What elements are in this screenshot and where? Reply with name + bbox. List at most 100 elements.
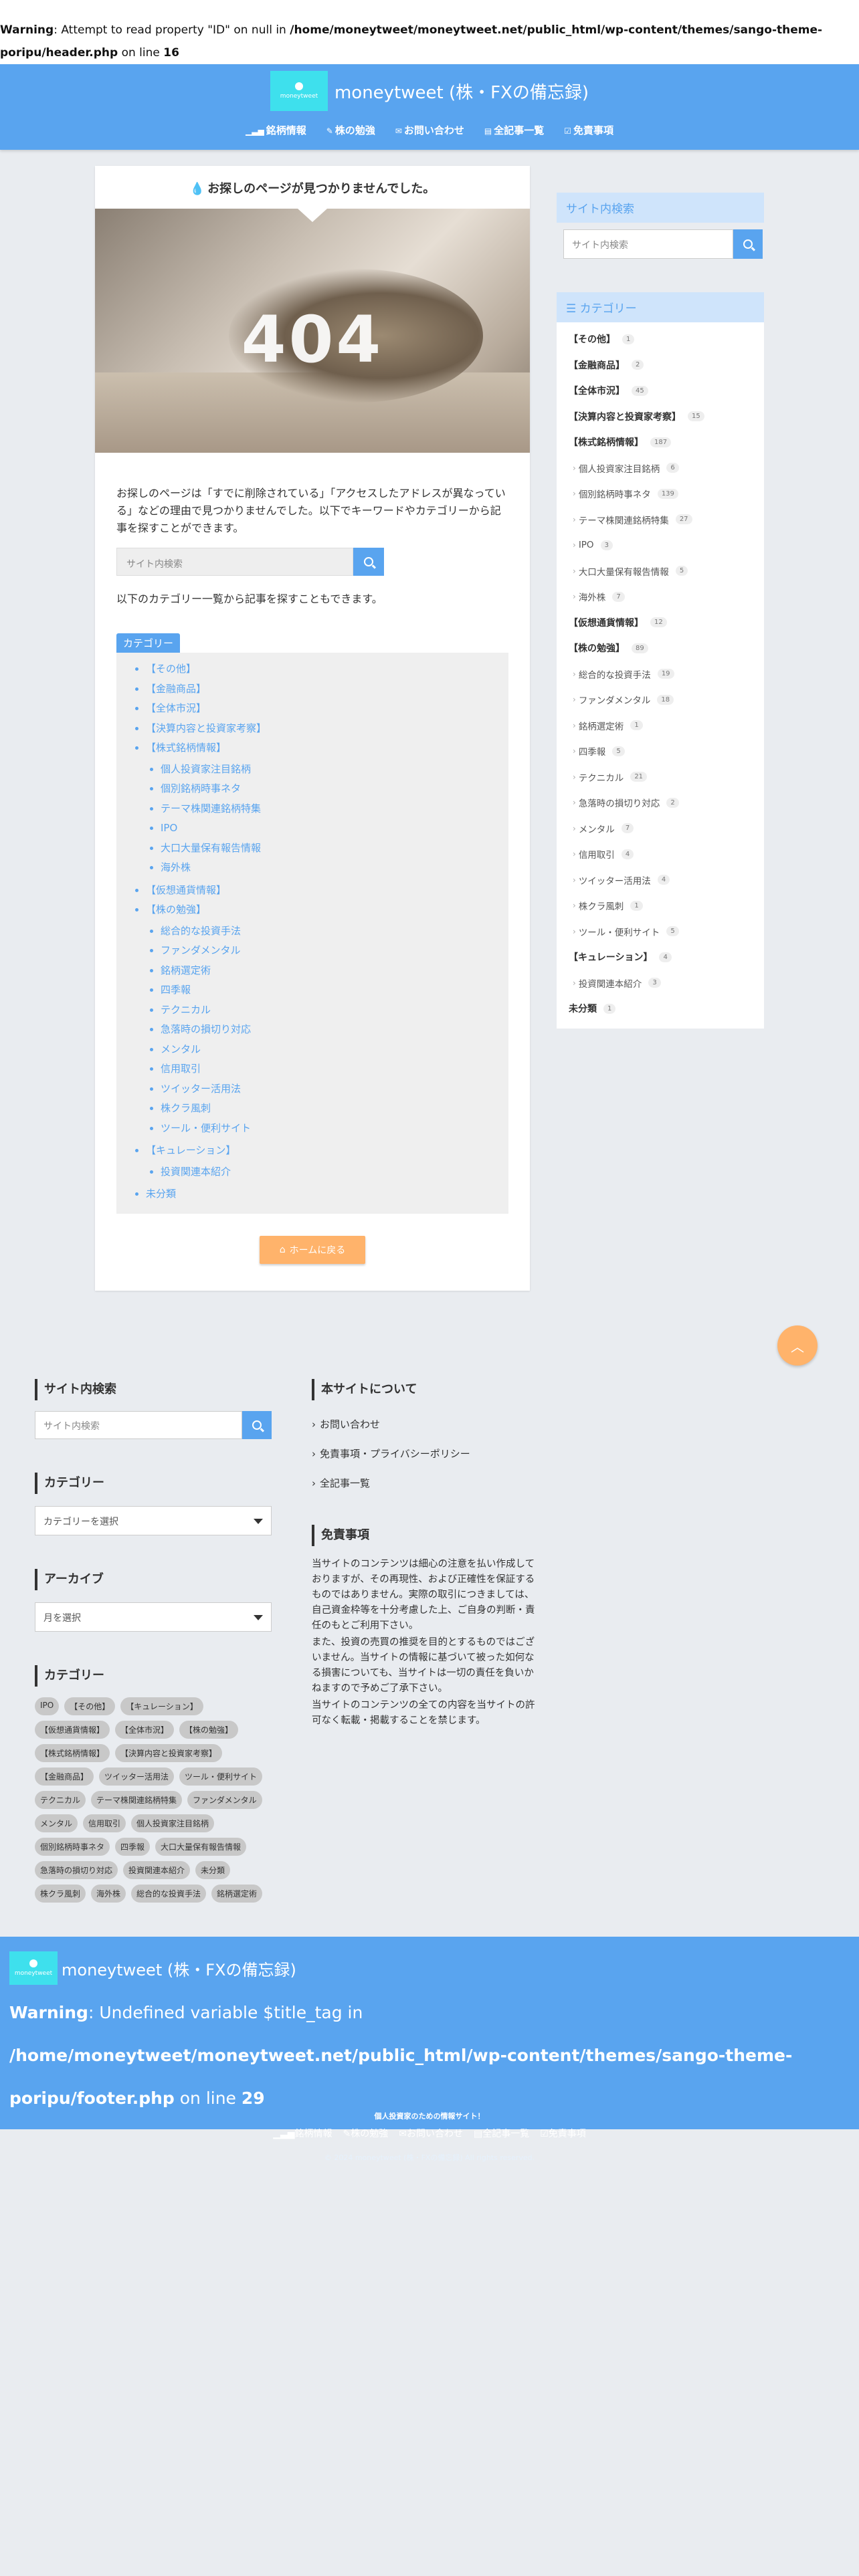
sidebar-search-button[interactable]: [733, 229, 763, 259]
search-button[interactable]: [353, 548, 384, 576]
footer-brand[interactable]: moneytweet moneytweet (株・FXの備忘録): [0, 1937, 859, 1985]
category-tag[interactable]: 急落時の損切り対応: [35, 1861, 118, 1879]
category-tag[interactable]: 信用取引: [83, 1814, 126, 1832]
category-tag[interactable]: 大口大量保有報告情報: [155, 1838, 247, 1856]
home-button[interactable]: ⌂ ホームに戻る: [260, 1236, 365, 1264]
sidebar-subcategory-item[interactable]: › テクニカル 21: [569, 764, 755, 790]
category-tag[interactable]: 【その他】: [64, 1697, 116, 1715]
subcategory-item[interactable]: 投資関連本紹介: [161, 1162, 499, 1182]
footer-link-all-posts[interactable]: › 全記事一覧: [312, 1469, 543, 1498]
nav-item-disclaimer[interactable]: ☑ 免責事項: [564, 123, 613, 137]
footer-logo[interactable]: moneytweet: [9, 1951, 58, 1985]
nav-item-stocks[interactable]: ▁▃▅ 銘柄情報: [246, 123, 306, 137]
sidebar-subcategory-item[interactable]: › 株クラ風刺 1: [569, 893, 755, 919]
category-tag[interactable]: 総合的な投資手法: [131, 1885, 207, 1903]
sidebar-subcategory-item[interactable]: › 海外株 7: [569, 584, 755, 610]
subcategory-item[interactable]: 四季報: [161, 980, 499, 1000]
nav-item-all-posts[interactable]: ▤ 全記事一覧: [484, 123, 544, 137]
sidebar-subcategory-item[interactable]: › 投資関連本紹介 3: [569, 970, 755, 996]
subcategory-item[interactable]: テーマ株関連銘柄特集: [161, 799, 499, 819]
category-select[interactable]: カテゴリーを選択: [35, 1506, 272, 1535]
sidebar-subcategory-item[interactable]: › 四季報 5: [569, 738, 755, 764]
footer-nav-stocks[interactable]: ▁▃▅銘柄情報: [273, 2127, 332, 2140]
subcategory-item[interactable]: 海外株: [161, 858, 499, 878]
sidebar-subcategory-item[interactable]: › 個人投資家注目銘柄 6: [569, 455, 755, 481]
category-tag[interactable]: 【決算内容と投資家考察】: [115, 1744, 223, 1762]
category-tag[interactable]: 【仮想通貨情報】: [35, 1721, 110, 1739]
sidebar-category-item[interactable]: 【全体市況】 45: [569, 378, 755, 404]
category-tag[interactable]: テーマ株関連銘柄特集: [91, 1791, 183, 1809]
category-item[interactable]: 【キュレーション】 投資関連本紹介: [146, 1141, 499, 1182]
category-item[interactable]: 【決算内容と投資家考察】: [146, 719, 499, 739]
sidebar-category-item[interactable]: 【決算内容と投資家考察】 15: [569, 404, 755, 430]
subcategory-item[interactable]: 個別銘柄時事ネタ: [161, 779, 499, 799]
sidebar-category-item[interactable]: 【株の勉強】 89: [569, 635, 755, 661]
subcategory-item[interactable]: メンタル: [161, 1040, 499, 1060]
category-tag[interactable]: 【キュレーション】: [120, 1697, 203, 1715]
subcategory-item[interactable]: 個人投資家注目銘柄: [161, 760, 499, 780]
category-tag[interactable]: 個人投資家注目銘柄: [131, 1814, 215, 1832]
sidebar-category-item[interactable]: 【金融商品】 2: [569, 352, 755, 379]
scroll-top-button[interactable]: ︿: [777, 1325, 818, 1366]
category-item[interactable]: 【仮想通貨情報】: [146, 881, 499, 901]
sidebar-category-item[interactable]: 【その他】 1: [569, 326, 755, 352]
category-tag[interactable]: メンタル: [35, 1814, 78, 1832]
category-tag[interactable]: 個別銘柄時事ネタ: [35, 1838, 110, 1856]
category-tag[interactable]: ツール・便利サイト: [179, 1767, 263, 1786]
category-tag[interactable]: ツイッター活用法: [99, 1767, 175, 1786]
category-tag[interactable]: テクニカル: [35, 1791, 86, 1809]
subcategory-item[interactable]: 大口大量保有報告情報: [161, 839, 499, 859]
sidebar-subcategory-item[interactable]: › ツイッター活用法 4: [569, 867, 755, 893]
category-tag[interactable]: 投資関連本紹介: [123, 1861, 191, 1879]
subcategory-item[interactable]: ツイッター活用法: [161, 1079, 499, 1099]
sidebar-category-item[interactable]: 【株式銘柄情報】 187: [569, 429, 755, 455]
site-title[interactable]: moneytweet (株・FXの備忘録): [335, 79, 589, 104]
subcategory-item[interactable]: IPO: [161, 819, 499, 839]
sidebar-subcategory-item[interactable]: › テーマ株関連銘柄特集 27: [569, 507, 755, 533]
footer-nav-contact[interactable]: ✉お問い合わせ: [399, 2127, 463, 2140]
footer-search-button[interactable]: [242, 1411, 272, 1439]
subcategory-item[interactable]: 総合的な投資手法: [161, 922, 499, 942]
sidebar-subcategory-item[interactable]: › メンタル 7: [569, 816, 755, 842]
category-tag[interactable]: 【株式銘柄情報】: [35, 1744, 110, 1762]
category-item[interactable]: 未分類: [146, 1184, 499, 1204]
footer-nav-all-posts[interactable]: ▤全記事一覧: [474, 2127, 529, 2140]
category-tag[interactable]: 【株の勉強】: [179, 1721, 239, 1739]
category-item[interactable]: 【全体市況】: [146, 699, 499, 719]
category-tag[interactable]: 【金融商品】: [35, 1767, 94, 1786]
subcategory-item[interactable]: 銘柄選定術: [161, 961, 499, 981]
subcategory-item[interactable]: 株クラ風刺: [161, 1099, 499, 1119]
footer-link-contact[interactable]: › お問い合わせ: [312, 1410, 543, 1439]
category-tag[interactable]: IPO: [35, 1697, 60, 1715]
subcategory-item[interactable]: 信用取引: [161, 1059, 499, 1079]
search-input[interactable]: サイト内検索: [116, 548, 353, 576]
category-item[interactable]: 【株の勉強】 総合的な投資手法 ファンダメンタル 銘柄選定術 四季報 テクニカル…: [146, 900, 499, 1138]
category-tag[interactable]: 未分類: [195, 1861, 231, 1879]
subcategory-item[interactable]: ツール・便利サイト: [161, 1119, 499, 1139]
category-tag[interactable]: 株クラ風刺: [35, 1885, 86, 1903]
nav-item-contact[interactable]: ✉ お問い合わせ: [395, 123, 464, 137]
sidebar-subcategory-item[interactable]: › 大口大量保有報告情報 5: [569, 558, 755, 584]
subcategory-item[interactable]: テクニカル: [161, 1000, 499, 1021]
sidebar-subcategory-item[interactable]: › 個別銘柄時事ネタ 139: [569, 481, 755, 507]
category-tag[interactable]: 四季報: [115, 1838, 151, 1856]
category-tag[interactable]: ファンダメンタル: [187, 1791, 262, 1809]
sidebar-subcategory-item[interactable]: › 銘柄選定術 1: [569, 713, 755, 739]
sidebar-subcategory-item[interactable]: › 総合的な投資手法 19: [569, 661, 755, 687]
sidebar-subcategory-item[interactable]: › ツール・便利サイト 5: [569, 919, 755, 945]
nav-item-study[interactable]: ✎ 株の勉強: [326, 123, 375, 137]
footer-site-name[interactable]: moneytweet (株・FXの備忘録): [62, 1957, 296, 1980]
sidebar-subcategory-item[interactable]: › ファンダメンタル 18: [569, 687, 755, 713]
footer-search-input[interactable]: サイト内検索: [35, 1411, 242, 1439]
category-tag[interactable]: 海外株: [91, 1885, 126, 1903]
sidebar-category-item[interactable]: 【仮想通貨情報】 12: [569, 610, 755, 636]
sidebar-category-item[interactable]: 未分類 1: [569, 996, 755, 1022]
category-tag[interactable]: 銘柄選定術: [211, 1885, 263, 1903]
archive-select[interactable]: 月を選択: [35, 1602, 272, 1632]
sidebar-subcategory-item[interactable]: › IPO 3: [569, 532, 755, 558]
brand[interactable]: moneytweet moneytweet (株・FXの備忘録): [0, 64, 859, 111]
category-item[interactable]: 【株式銘柄情報】 個人投資家注目銘柄 個別銘柄時事ネタ テーマ株関連銘柄特集 I…: [146, 738, 499, 878]
sidebar-category-item[interactable]: 【キュレーション】 4: [569, 944, 755, 970]
subcategory-item[interactable]: 急落時の損切り対応: [161, 1020, 499, 1040]
category-item[interactable]: 【金融商品】: [146, 679, 499, 700]
